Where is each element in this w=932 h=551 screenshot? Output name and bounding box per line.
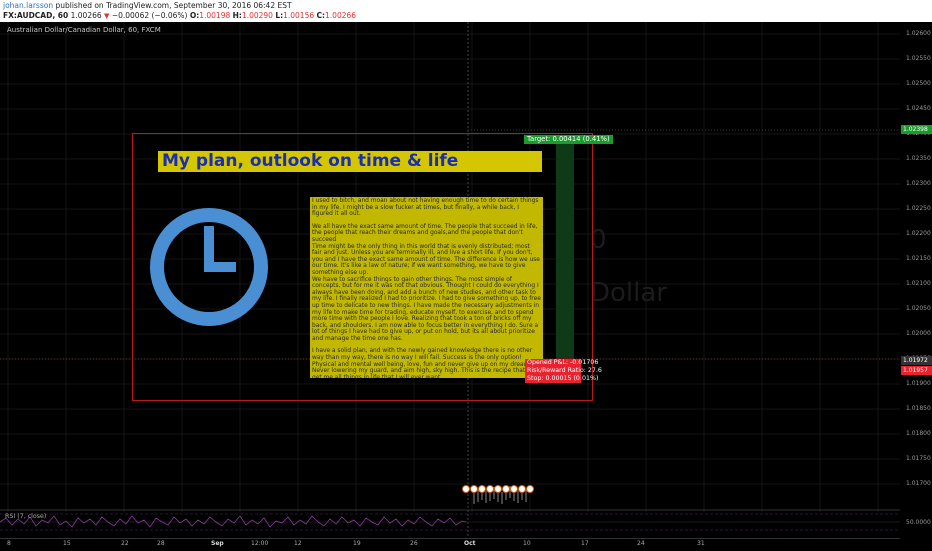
note-paragraph: We all have the exact same amount of tim… [312, 223, 538, 243]
idea-title[interactable]: My plan, outlook on time & life [158, 151, 542, 172]
target-label[interactable]: Target: 0.00414 (0.41%) [524, 135, 613, 144]
stop-label: Stop: 0.00015 (0.01%) [527, 375, 599, 382]
time-tick-label: 8 [7, 540, 11, 547]
event-icon[interactable] [510, 485, 518, 493]
price-tick-label: 1.02050 [906, 305, 931, 312]
price-tick-label: 1.01800 [906, 430, 931, 437]
time-tick-label: 17 [581, 540, 589, 547]
clock-icon [150, 208, 268, 326]
time-axis[interactable] [0, 538, 900, 551]
low-value: 1.00156 [283, 11, 315, 20]
price-tick-label: 1.01700 [906, 480, 931, 487]
price-tick-label: 1.02300 [906, 180, 931, 187]
price-tick-label: 1.02550 [906, 55, 931, 62]
watermark-name: Dollar [590, 278, 667, 308]
current-price-label: 1.01972 [901, 356, 932, 365]
event-icon[interactable] [526, 485, 534, 493]
symbol-line: FX:AUDCAD, 60 1.00266 ▼ −0.00062 (−0.06%… [3, 11, 357, 20]
stop-price-label: 1.01957 [901, 366, 932, 375]
pnl-label[interactable]: Opened P&L: -0.01706 Risk/Reward Ratio: … [525, 359, 602, 383]
price-tick-label: 1.01850 [906, 405, 931, 412]
price-tick-label: 1.01750 [906, 455, 931, 462]
published-text: published on TradingView.com, September … [55, 1, 292, 10]
last-price: 1.00266 [70, 11, 102, 20]
time-tick-label: 15 [63, 540, 71, 547]
time-tick-label: 31 [697, 540, 705, 547]
note-paragraph: Time might be the only thing in this wor… [312, 243, 540, 276]
down-arrow-icon: ▼ [104, 12, 110, 20]
high-value: 1.00290 [241, 11, 273, 20]
note-paragraph: We have to sacrifice things to gain othe… [312, 276, 541, 342]
rsi-line [0, 515, 467, 528]
rsi-label[interactable]: RSI (7, close) [5, 513, 46, 520]
risk-reward: Risk/Reward Ratio: 27.6 [527, 367, 602, 374]
price-tick-label: 1.02200 [906, 230, 931, 237]
event-icon[interactable] [462, 485, 470, 493]
chart-title: Australian Dollar/Canadian Dollar, 60, F… [7, 26, 161, 34]
event-icon[interactable] [486, 485, 494, 493]
time-tick-label: 24 [637, 540, 645, 547]
time-tick-label: 19 [353, 540, 361, 547]
price-tick-label: 1.02150 [906, 255, 931, 262]
note-paragraph: I have a solid plan, and with the newly … [312, 348, 533, 362]
time-tick-label: 12:00 [251, 540, 269, 547]
note-paragraph: Physical and mental well being, love, fu… [312, 361, 537, 378]
time-tick-label: Sep [211, 540, 224, 547]
author-link[interactable]: johan.larsson [3, 1, 53, 10]
time-tick-label: 12 [294, 540, 302, 547]
open-value: 1.00198 [199, 11, 231, 20]
price-tick-label: 1.02500 [906, 80, 931, 87]
event-icon[interactable] [502, 485, 510, 493]
price-tick-label: 1.02000 [906, 330, 931, 337]
target-price-label: 1.02398 [901, 125, 932, 134]
price-tick-label: 1.01900 [906, 380, 931, 387]
publish-header: johan.larsson published on TradingView.c… [0, 0, 932, 22]
time-tick-label: 22 [121, 540, 129, 547]
event-icon[interactable] [478, 485, 486, 493]
price-tick-label: 1.02600 [906, 30, 931, 37]
note-paragraph: I used to bitch, and moan about not havi… [312, 198, 539, 218]
price-tick-label: 1.02450 [906, 105, 931, 112]
event-icon[interactable] [494, 485, 502, 493]
time-tick-label: 10 [523, 540, 531, 547]
opened-pnl: Opened P&L: -0.01706 [527, 359, 599, 366]
idea-note[interactable]: I used to bitch, and moan about not havi… [310, 197, 543, 378]
event-icon[interactable] [470, 485, 478, 493]
time-tick-label: Oct [464, 540, 476, 547]
price-tick-label: 1.02350 [906, 155, 931, 162]
close-value: 1.00266 [325, 11, 357, 20]
price-tick-label: 1.02100 [906, 280, 931, 287]
symbol-name[interactable]: FX:AUDCAD, 60 [3, 11, 68, 20]
event-icon[interactable] [518, 485, 526, 493]
price-tick-label: 1.02250 [906, 205, 931, 212]
rsi-axis-value: 50.0000 [906, 519, 931, 526]
price-change: −0.00062 (−0.06%) [111, 11, 188, 20]
time-tick-label: 28 [157, 540, 165, 547]
time-tick-label: 26 [410, 540, 418, 547]
